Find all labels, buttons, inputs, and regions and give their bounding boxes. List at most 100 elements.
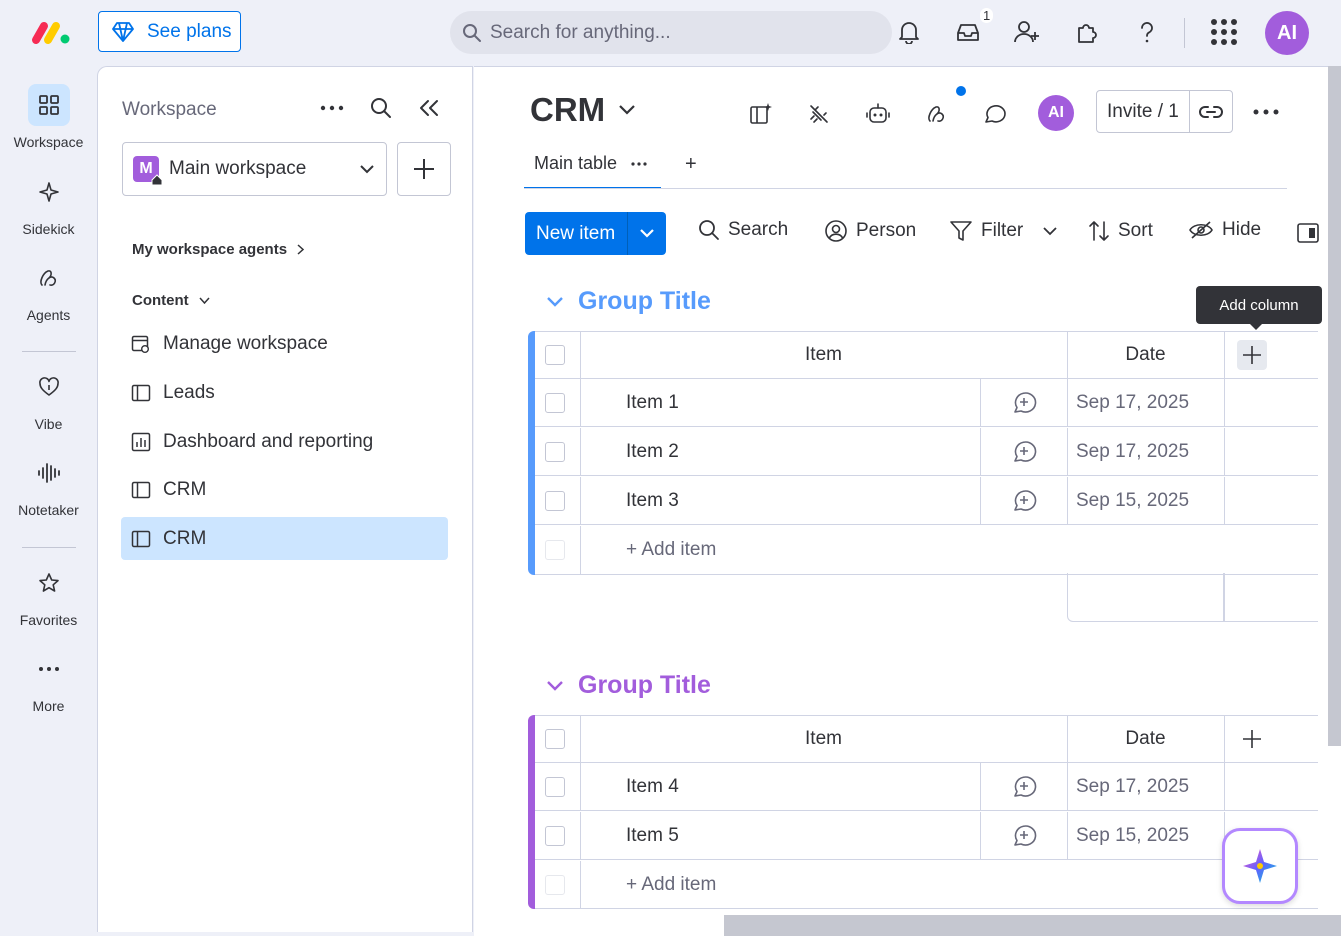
select-all-checkbox[interactable] <box>545 716 565 762</box>
chevron-down-icon[interactable] <box>546 296 564 307</box>
see-plans-button[interactable]: See plans <box>98 11 241 52</box>
item-name[interactable]: Item 4 <box>626 763 679 810</box>
integrations-icon[interactable] <box>804 99 834 129</box>
board-icon <box>131 481 151 499</box>
add-update-icon[interactable] <box>1011 428 1037 475</box>
nav-item-leads[interactable]: Leads <box>121 371 448 414</box>
layout-panel-icon[interactable] <box>1296 222 1320 244</box>
inbox-icon[interactable] <box>953 17 983 47</box>
invite-member-icon[interactable] <box>1012 17 1042 47</box>
search-tool[interactable]: Search <box>698 219 788 241</box>
automations-icon[interactable] <box>863 99 893 129</box>
add-item-row[interactable]: + Add item <box>535 526 1318 575</box>
top-bar: See plans Search for anything... 1 AI <box>0 0 1341 66</box>
collapse-panel-icon[interactable] <box>418 98 440 118</box>
add-item-input[interactable]: + Add item <box>626 861 716 908</box>
row-checkbox[interactable] <box>545 379 565 426</box>
global-search-input[interactable]: Search for anything... <box>450 11 892 54</box>
select-all-checkbox[interactable] <box>545 332 565 378</box>
rail-item-agents[interactable]: Agents <box>0 257 97 323</box>
add-update-icon[interactable] <box>1011 477 1037 524</box>
row-checkbox[interactable] <box>545 812 565 859</box>
hide-tool[interactable]: Hide <box>1188 219 1261 241</box>
board-title[interactable]: CRM <box>530 91 635 129</box>
person-filter-tool[interactable]: Person <box>824 219 916 243</box>
column-header-date[interactable]: Date <box>1067 716 1224 762</box>
add-button[interactable] <box>397 142 451 196</box>
group-title[interactable]: Group Title <box>546 671 711 700</box>
rail-item-sidekick[interactable]: Sidekick <box>0 171 97 237</box>
date-cell[interactable]: Sep 17, 2025 <box>1076 428 1189 475</box>
date-cell[interactable]: Sep 17, 2025 <box>1076 763 1189 810</box>
workspace-agents-section[interactable]: My workspace agents <box>132 241 305 258</box>
date-cell[interactable]: Sep 15, 2025 <box>1076 812 1189 859</box>
add-update-icon[interactable] <box>1011 379 1037 426</box>
add-update-icon[interactable] <box>1011 812 1037 859</box>
tool-label: Hide <box>1222 219 1262 240</box>
item-name[interactable]: Item 1 <box>626 379 679 426</box>
chevron-down-icon[interactable] <box>546 680 564 691</box>
table-row[interactable]: Item 1 Sep 17, 2025 <box>535 379 1318 427</box>
add-item-row[interactable]: + Add item <box>535 861 1318 909</box>
new-item-button[interactable]: New item <box>525 212 666 255</box>
sort-tool[interactable]: Sort <box>1088 219 1153 243</box>
date-cell[interactable]: Sep 15, 2025 <box>1076 477 1189 524</box>
add-column-button[interactable] <box>1237 716 1267 762</box>
group-title[interactable]: Group Title <box>546 287 711 316</box>
rail-item-notetaker[interactable]: Notetaker <box>0 452 97 518</box>
apps-puzzle-icon[interactable] <box>1072 17 1102 47</box>
rail-item-workspace[interactable]: Workspace <box>0 84 97 150</box>
rail-item-favorites[interactable]: Favorites <box>0 562 97 628</box>
rail-item-vibe[interactable]: Vibe <box>0 366 97 432</box>
add-update-icon[interactable] <box>1011 763 1037 810</box>
column-header-item[interactable]: Item <box>580 332 1067 378</box>
monday-logo[interactable] <box>30 18 72 46</box>
tooltip-arrow <box>1250 324 1262 330</box>
item-name[interactable]: Item 5 <box>626 812 679 859</box>
tab-main-table[interactable]: Main table <box>524 153 662 189</box>
invite-button[interactable]: Invite / 1 <box>1096 90 1233 133</box>
agents-icon[interactable] <box>922 99 952 129</box>
nav-item-manage-workspace[interactable]: Manage workspace <box>121 322 448 365</box>
sidekick-button[interactable] <box>1222 828 1298 904</box>
item-name[interactable]: Item 2 <box>626 428 679 475</box>
vertical-scrollbar[interactable] <box>1328 66 1341 746</box>
nav-item-dashboard[interactable]: Dashboard and reporting <box>121 420 448 463</box>
rail-item-more[interactable]: More <box>0 648 97 714</box>
row-checkbox[interactable] <box>545 763 565 810</box>
user-avatar[interactable]: AI <box>1265 11 1309 55</box>
apps-grid-icon[interactable] <box>1208 17 1240 47</box>
row-checkbox[interactable] <box>545 428 565 475</box>
link-icon[interactable] <box>1190 105 1232 119</box>
filter-tool[interactable]: Filter <box>949 219 1057 243</box>
content-section[interactable]: Content <box>132 292 210 309</box>
updates-icon[interactable] <box>980 99 1010 129</box>
nav-item-crm[interactable]: CRM <box>121 468 448 511</box>
bell-icon[interactable] <box>894 17 924 47</box>
add-view-button[interactable]: + <box>685 153 697 176</box>
date-cell[interactable]: Sep 17, 2025 <box>1076 379 1189 426</box>
board-member-avatar[interactable]: AI <box>1038 95 1074 131</box>
rail-label: Favorites <box>19 612 78 628</box>
search-icon[interactable] <box>370 97 392 119</box>
help-icon[interactable] <box>1132 17 1162 47</box>
item-name[interactable]: Item 3 <box>626 477 679 524</box>
table-row[interactable]: Item 4 Sep 17, 2025 <box>535 763 1318 811</box>
chevron-down-icon[interactable] <box>628 229 666 238</box>
workspace-selector[interactable]: M Main workspace <box>122 142 387 196</box>
table-row[interactable]: Item 3 Sep 15, 2025 <box>535 477 1318 525</box>
column-header-item[interactable]: Item <box>580 716 1067 762</box>
add-item-input[interactable]: + Add item <box>626 526 716 574</box>
more-options-icon[interactable] <box>320 105 344 111</box>
more-options-icon[interactable] <box>1253 109 1279 115</box>
board-info-icon[interactable] <box>746 99 776 129</box>
table-row[interactable]: Item 5 Sep 15, 2025 <box>535 812 1318 860</box>
column-header-date[interactable]: Date <box>1067 332 1224 378</box>
chevron-down-icon[interactable] <box>1043 226 1057 236</box>
table-row[interactable]: Item 2 Sep 17, 2025 <box>535 428 1318 476</box>
horizontal-scrollbar[interactable] <box>724 915 1341 936</box>
tab-more-icon[interactable] <box>631 162 647 166</box>
nav-item-crm-selected[interactable]: CRM <box>121 517 448 560</box>
add-column-button[interactable] <box>1237 332 1267 378</box>
row-checkbox[interactable] <box>545 477 565 524</box>
